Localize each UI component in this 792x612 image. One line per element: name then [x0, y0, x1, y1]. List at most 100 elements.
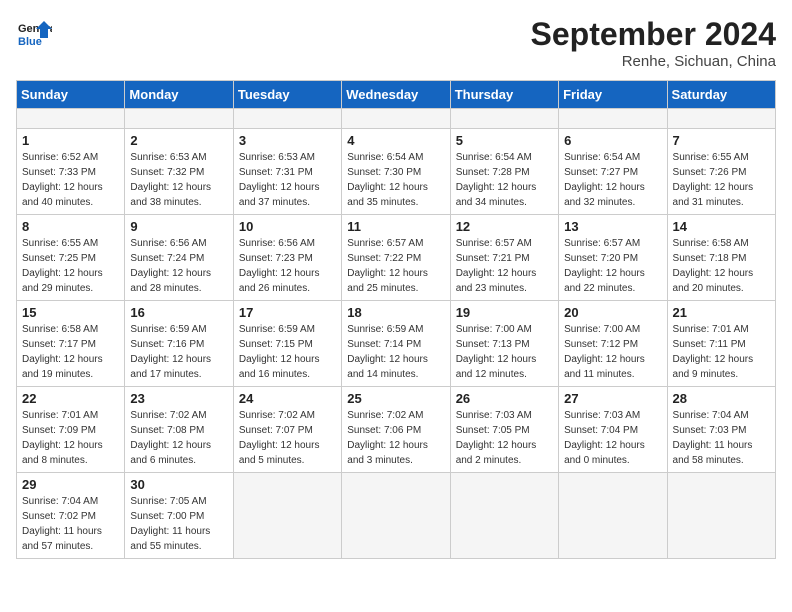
calendar-cell: 11 Sunrise: 6:57 AMSunset: 7:22 PMDayligh… — [342, 215, 450, 301]
day-number: 28 — [673, 391, 770, 406]
column-header-thursday: Thursday — [450, 81, 558, 109]
calendar-cell: 28 Sunrise: 7:04 AMSunset: 7:03 PMDayligh… — [667, 387, 775, 473]
title-block: September 2024 Renhe, Sichuan, China — [531, 16, 776, 70]
day-number: 12 — [456, 219, 553, 234]
day-number: 20 — [564, 305, 661, 320]
day-number: 6 — [564, 133, 661, 148]
calendar-cell: 30 Sunrise: 7:05 AMSunset: 7:00 PMDayligh… — [125, 473, 233, 559]
calendar-cell: 9 Sunrise: 6:56 AMSunset: 7:24 PMDaylight… — [125, 215, 233, 301]
column-header-tuesday: Tuesday — [233, 81, 341, 109]
day-info: Sunrise: 7:02 AMSunset: 7:07 PMDaylight:… — [239, 408, 336, 468]
calendar-cell: 27 Sunrise: 7:03 AMSunset: 7:04 PMDayligh… — [559, 387, 667, 473]
calendar-week-5: 22 Sunrise: 7:01 AMSunset: 7:09 PMDayligh… — [17, 387, 776, 473]
day-info: Sunrise: 7:01 AMSunset: 7:11 PMDaylight:… — [673, 322, 770, 382]
calendar-cell — [450, 109, 558, 129]
calendar-week-6: 29Sunrise: 7:04 AMSunset: 7:02 PMDayligh… — [17, 473, 776, 559]
day-info: Sunrise: 6:54 AMSunset: 7:30 PMDaylight:… — [347, 150, 444, 210]
day-info: Sunrise: 6:52 AMSunset: 7:33 PMDaylight:… — [22, 150, 119, 210]
calendar-cell: 10 Sunrise: 6:56 AMSunset: 7:23 PMDayligh… — [233, 215, 341, 301]
logo: General Blue — [16, 16, 52, 52]
day-number: 16 — [130, 305, 227, 320]
day-info: Sunrise: 6:53 AMSunset: 7:32 PMDaylight:… — [130, 150, 227, 210]
calendar-week-1 — [17, 109, 776, 129]
calendar-week-3: 8Sunrise: 6:55 AMSunset: 7:25 PMDaylight… — [17, 215, 776, 301]
day-info: Sunrise: 6:55 AMSunset: 7:26 PMDaylight:… — [673, 150, 770, 210]
calendar-cell: 17 Sunrise: 6:59 AMSunset: 7:15 PMDayligh… — [233, 301, 341, 387]
day-number: 18 — [347, 305, 444, 320]
calendar-cell — [342, 109, 450, 129]
day-number: 10 — [239, 219, 336, 234]
column-header-sunday: Sunday — [17, 81, 125, 109]
calendar-cell: 4Sunrise: 6:54 AMSunset: 7:30 PMDaylight… — [342, 129, 450, 215]
calendar-cell: 26Sunrise: 7:03 AMSunset: 7:05 PMDayligh… — [450, 387, 558, 473]
day-info: Sunrise: 7:01 AMSunset: 7:09 PMDaylight:… — [22, 408, 119, 468]
calendar-cell: 19Sunrise: 7:00 AMSunset: 7:13 PMDayligh… — [450, 301, 558, 387]
calendar-table: SundayMondayTuesdayWednesdayThursdayFrid… — [16, 80, 776, 559]
calendar-cell — [450, 473, 558, 559]
day-info: Sunrise: 7:03 AMSunset: 7:04 PMDaylight:… — [564, 408, 661, 468]
calendar-cell: 25 Sunrise: 7:02 AMSunset: 7:06 PMDayligh… — [342, 387, 450, 473]
calendar-cell: 1 Sunrise: 6:52 AMSunset: 7:33 PMDaylight… — [17, 129, 125, 215]
day-number: 15 — [22, 305, 119, 320]
calendar-cell — [559, 473, 667, 559]
day-info: Sunrise: 6:55 AMSunset: 7:25 PMDaylight:… — [22, 236, 119, 296]
day-info: Sunrise: 6:57 AMSunset: 7:22 PMDaylight:… — [347, 236, 444, 296]
calendar-cell — [17, 109, 125, 129]
day-info: Sunrise: 7:00 AMSunset: 7:12 PMDaylight:… — [564, 322, 661, 382]
day-number: 30 — [130, 477, 227, 492]
calendar-cell: 13Sunrise: 6:57 AMSunset: 7:20 PMDayligh… — [559, 215, 667, 301]
svg-text:Blue: Blue — [18, 36, 42, 48]
calendar-cell: 7 Sunrise: 6:55 AMSunset: 7:26 PMDaylight… — [667, 129, 775, 215]
day-info: Sunrise: 6:59 AMSunset: 7:15 PMDaylight:… — [239, 322, 336, 382]
day-info: Sunrise: 7:05 AMSunset: 7:00 PMDaylight:… — [130, 494, 227, 554]
day-info: Sunrise: 6:56 AMSunset: 7:23 PMDaylight:… — [239, 236, 336, 296]
day-number: 17 — [239, 305, 336, 320]
calendar-cell: 29Sunrise: 7:04 AMSunset: 7:02 PMDayligh… — [17, 473, 125, 559]
day-info: Sunrise: 7:02 AMSunset: 7:06 PMDaylight:… — [347, 408, 444, 468]
calendar-cell: 15Sunrise: 6:58 AMSunset: 7:17 PMDayligh… — [17, 301, 125, 387]
calendar-cell: 2Sunrise: 6:53 AMSunset: 7:32 PMDaylight… — [125, 129, 233, 215]
day-info: Sunrise: 6:57 AMSunset: 7:21 PMDaylight:… — [456, 236, 553, 296]
day-number: 5 — [456, 133, 553, 148]
day-number: 3 — [239, 133, 336, 148]
calendar-cell: 16 Sunrise: 6:59 AMSunset: 7:16 PMDayligh… — [125, 301, 233, 387]
calendar-cell: 20 Sunrise: 7:00 AMSunset: 7:12 PMDayligh… — [559, 301, 667, 387]
calendar-cell — [342, 473, 450, 559]
calendar-cell: 8Sunrise: 6:55 AMSunset: 7:25 PMDaylight… — [17, 215, 125, 301]
day-info: Sunrise: 7:04 AMSunset: 7:03 PMDaylight:… — [673, 408, 770, 468]
calendar-cell — [667, 473, 775, 559]
calendar-cell: 21 Sunrise: 7:01 AMSunset: 7:11 PMDayligh… — [667, 301, 775, 387]
day-number: 21 — [673, 305, 770, 320]
day-number: 27 — [564, 391, 661, 406]
column-header-monday: Monday — [125, 81, 233, 109]
calendar-cell: 12 Sunrise: 6:57 AMSunset: 7:21 PMDayligh… — [450, 215, 558, 301]
day-number: 14 — [673, 219, 770, 234]
calendar-cell: 22 Sunrise: 7:01 AMSunset: 7:09 PMDayligh… — [17, 387, 125, 473]
day-info: Sunrise: 7:03 AMSunset: 7:05 PMDaylight:… — [456, 408, 553, 468]
location: Renhe, Sichuan, China — [531, 53, 776, 70]
day-number: 7 — [673, 133, 770, 148]
calendar-cell — [667, 109, 775, 129]
calendar-cell: 23 Sunrise: 7:02 AMSunset: 7:08 PMDayligh… — [125, 387, 233, 473]
calendar-cell — [559, 109, 667, 129]
day-number: 1 — [22, 133, 119, 148]
logo-icon: General Blue — [16, 16, 52, 52]
day-info: Sunrise: 6:54 AMSunset: 7:27 PMDaylight:… — [564, 150, 661, 210]
day-info: Sunrise: 6:56 AMSunset: 7:24 PMDaylight:… — [130, 236, 227, 296]
column-header-wednesday: Wednesday — [342, 81, 450, 109]
day-info: Sunrise: 7:02 AMSunset: 7:08 PMDaylight:… — [130, 408, 227, 468]
day-info: Sunrise: 7:04 AMSunset: 7:02 PMDaylight:… — [22, 494, 119, 554]
day-number: 11 — [347, 219, 444, 234]
day-number: 23 — [130, 391, 227, 406]
month-year: September 2024 — [531, 16, 776, 53]
day-info: Sunrise: 6:59 AMSunset: 7:16 PMDaylight:… — [130, 322, 227, 382]
day-info: Sunrise: 7:00 AMSunset: 7:13 PMDaylight:… — [456, 322, 553, 382]
day-number: 25 — [347, 391, 444, 406]
calendar-cell — [233, 109, 341, 129]
calendar-week-4: 15Sunrise: 6:58 AMSunset: 7:17 PMDayligh… — [17, 301, 776, 387]
day-number: 9 — [130, 219, 227, 234]
day-number: 22 — [22, 391, 119, 406]
calendar-week-2: 1 Sunrise: 6:52 AMSunset: 7:33 PMDaylight… — [17, 129, 776, 215]
calendar-cell: 14Sunrise: 6:58 AMSunset: 7:18 PMDayligh… — [667, 215, 775, 301]
day-info: Sunrise: 6:54 AMSunset: 7:28 PMDaylight:… — [456, 150, 553, 210]
